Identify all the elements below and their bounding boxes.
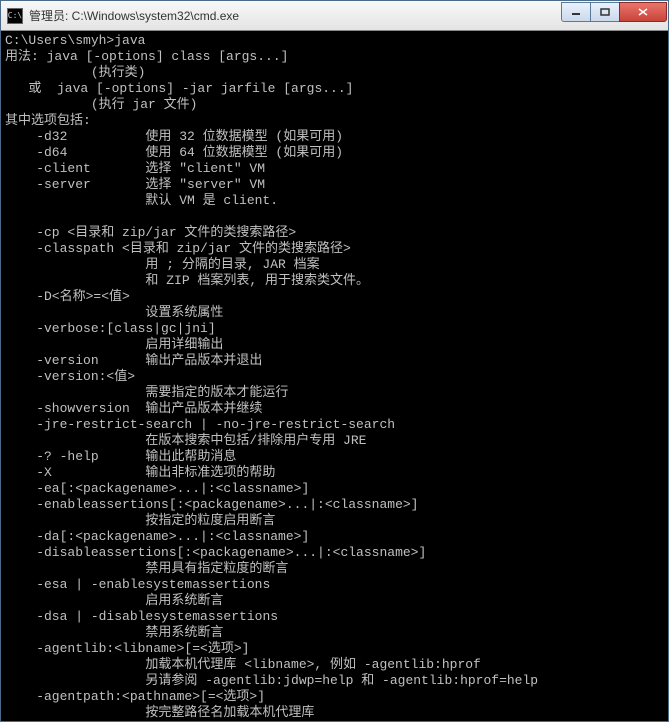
output-line: 用 ; 分隔的目录, JAR 档案 bbox=[5, 257, 320, 272]
output-line: -esa | -enablesystemassertions bbox=[5, 577, 270, 592]
titlebar[interactable]: C:\ 管理员: C:\Windows\system32\cmd.exe bbox=[1, 1, 668, 31]
output-line: -d32 使用 32 位数据模型 (如果可用) bbox=[5, 129, 343, 144]
output-line: 或 java [-options] -jar jarfile [args...] bbox=[5, 81, 353, 96]
output-line: 需要指定的版本才能运行 bbox=[5, 385, 288, 400]
output-line: 按指定的粒度启用断言 bbox=[5, 513, 275, 528]
output-line: -showversion 输出产品版本并继续 bbox=[5, 401, 262, 416]
output-line: -dsa | -disablesystemassertions bbox=[5, 609, 278, 624]
output-line: 加载本机代理库 <libname>, 例如 -agentlib:hprof bbox=[5, 657, 481, 672]
output-line: 启用系统断言 bbox=[5, 593, 223, 608]
cmd-window: C:\ 管理员: C:\Windows\system32\cmd.exe C:\… bbox=[0, 0, 669, 722]
minimize-icon bbox=[571, 8, 581, 16]
output-line: -agentpath:<pathname>[=<选项>] bbox=[5, 689, 265, 704]
output-line: -? -help 输出此帮助消息 bbox=[5, 449, 236, 464]
output-line: 其中选项包括: bbox=[5, 113, 91, 128]
output-line: -D<名称>=<值> bbox=[5, 289, 130, 304]
output-line: -disableassertions[:<packagename>...|:<c… bbox=[5, 545, 426, 560]
output-line: -agentlib:<libname>[=<选项>] bbox=[5, 641, 249, 656]
output-line: 按完整路径名加载本机代理库 bbox=[5, 705, 314, 720]
output-line: (执行类) bbox=[5, 65, 145, 80]
window-controls bbox=[562, 2, 667, 22]
output-line: 和 ZIP 档案列表, 用于搜索类文件。 bbox=[5, 273, 369, 288]
output-line: -enableassertions[:<packagename>...|:<cl… bbox=[5, 497, 418, 512]
output-line: -server 选择 "server" VM bbox=[5, 177, 265, 192]
output-line: -cp <目录和 zip/jar 文件的类搜索路径> bbox=[5, 225, 296, 240]
minimize-button[interactable] bbox=[561, 2, 591, 22]
output-line: -version:<值> bbox=[5, 369, 135, 384]
output-line: -X 输出非标准选项的帮助 bbox=[5, 465, 275, 480]
close-button[interactable] bbox=[619, 2, 667, 22]
output-line: 设置系统属性 bbox=[5, 305, 223, 320]
output-line: (执行 jar 文件) bbox=[5, 97, 197, 112]
output-line: 用法: java [-options] class [args...] bbox=[5, 49, 288, 64]
output-line: -classpath <目录和 zip/jar 文件的类搜索路径> bbox=[5, 241, 351, 256]
close-icon bbox=[638, 8, 648, 16]
output-line: 另请参阅 -agentlib:jdwp=help 和 -agentlib:hpr… bbox=[5, 673, 538, 688]
output-line: 在版本搜索中包括/排除用户专用 JRE bbox=[5, 433, 366, 448]
output-line: -d64 使用 64 位数据模型 (如果可用) bbox=[5, 145, 343, 160]
output-line: -version 输出产品版本并退出 bbox=[5, 353, 262, 368]
output-line: -jre-restrict-search | -no-jre-restrict-… bbox=[5, 417, 395, 432]
maximize-icon bbox=[600, 8, 610, 16]
cmd-icon: C:\ bbox=[7, 8, 23, 24]
output-line: 默认 VM 是 client. bbox=[5, 193, 278, 208]
output-line: 禁用系统断言 bbox=[5, 625, 223, 640]
output-line: -client 选择 "client" VM bbox=[5, 161, 265, 176]
output-line: -verbose:[class|gc|jni] bbox=[5, 321, 216, 336]
terminal-output[interactable]: C:\Users\smyh>java 用法: java [-options] c… bbox=[1, 31, 668, 721]
output-line: -da[:<packagename>...|:<classname>] bbox=[5, 529, 309, 544]
prompt-line: C:\Users\smyh>java bbox=[5, 33, 145, 48]
output-line: 禁用具有指定粒度的断言 bbox=[5, 561, 288, 576]
output-line: 启用详细输出 bbox=[5, 337, 223, 352]
maximize-button[interactable] bbox=[590, 2, 620, 22]
output-line: -ea[:<packagename>...|:<classname>] bbox=[5, 481, 309, 496]
